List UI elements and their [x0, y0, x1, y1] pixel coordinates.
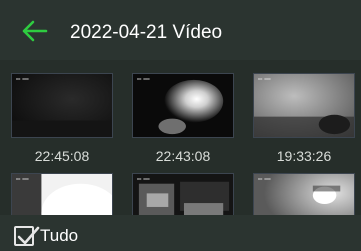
- video-thumbnail[interactable]: ▬▬ ▬▬▬: [253, 173, 355, 215]
- page-title: 2022-04-21 Vídeo: [70, 22, 223, 43]
- camera-overlay-stamp: ▬▬ ▬▬▬: [16, 77, 29, 81]
- checkmark-icon: [17, 226, 40, 245]
- camera-overlay-stamp: ▬▬ ▬▬▬: [258, 177, 271, 181]
- back-button[interactable]: [22, 20, 52, 42]
- camera-overlay-stamp: ▬▬ ▬▬▬: [137, 77, 150, 81]
- camera-overlay-stamp: ▬▬ ▬▬▬: [16, 177, 29, 181]
- video-thumbnail[interactable]: ▬▬ ▬▬▬: [11, 173, 113, 215]
- camera-overlay-stamp: ▬▬ ▬▬▬: [258, 77, 271, 81]
- camera-overlay-stamp: ▬▬ ▬▬▬: [137, 177, 150, 181]
- arrow-left-icon: [22, 20, 48, 42]
- video-preview-image: [254, 74, 354, 137]
- video-time: 22:43:08: [155, 148, 211, 164]
- video-thumbnail[interactable]: ▬▬ ▬▬▬: [132, 173, 234, 215]
- video-time: 22:45:08: [34, 148, 90, 164]
- video-preview-image: [12, 74, 112, 137]
- video-time: 19:33:26: [276, 148, 332, 164]
- app-header: 2022-04-21 Vídeo: [0, 0, 361, 60]
- video-thumbnail[interactable]: ▬▬ ▬▬▬: [11, 73, 113, 138]
- video-thumbnail[interactable]: ▬▬ ▬▬▬: [132, 73, 234, 138]
- video-grid[interactable]: ▬▬ ▬▬▬ 22:45:08 ▬▬ ▬▬▬ 22:43:08 ▬▬ ▬▬▬ 1…: [0, 60, 361, 215]
- select-all-label: Tudo: [40, 226, 79, 245]
- video-thumbnail[interactable]: ▬▬ ▬▬▬: [253, 73, 355, 138]
- select-all-checkbox[interactable]: [14, 226, 40, 246]
- video-preview-image: [133, 74, 233, 137]
